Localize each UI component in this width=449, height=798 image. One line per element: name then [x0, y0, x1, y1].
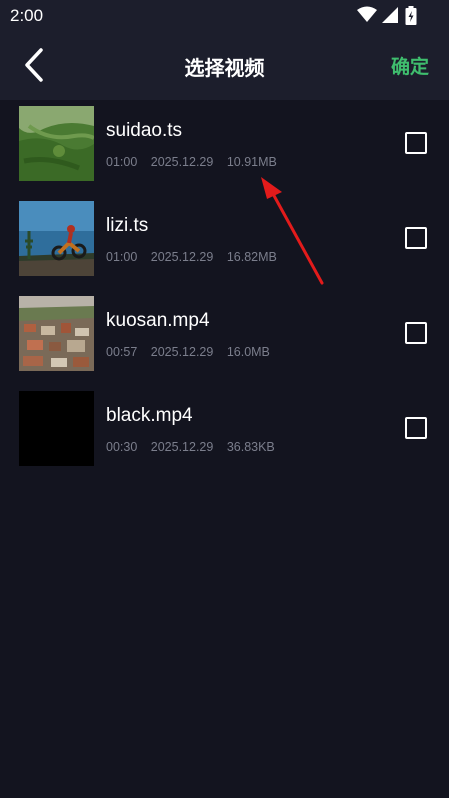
video-meta: 00:57 2025.12.29 16.0MB — [106, 345, 280, 359]
video-thumbnail — [19, 296, 94, 371]
video-duration: 00:57 — [106, 345, 138, 359]
list-item[interactable]: suidao.ts 01:00 2025.12.29 10.91MB — [0, 100, 449, 181]
video-date: 2025.12.29 — [150, 155, 214, 169]
video-size: 16.82MB — [226, 250, 277, 264]
list-item[interactable]: kuosan.mp4 00:57 2025.12.29 16.0MB — [0, 290, 449, 371]
video-thumbnail — [19, 201, 94, 276]
video-meta: 01:00 2025.12.29 10.91MB — [106, 155, 287, 169]
video-date: 2025.12.29 — [150, 345, 214, 359]
video-size: 16.0MB — [226, 345, 270, 359]
video-name: kuosan.mp4 — [106, 310, 210, 331]
select-checkbox[interactable] — [405, 417, 427, 439]
video-date: 2025.12.29 — [150, 440, 214, 454]
video-meta: 01:00 2025.12.29 16.82MB — [106, 250, 287, 264]
confirm-button[interactable]: 确定 — [391, 52, 429, 79]
video-thumbnail — [19, 106, 94, 181]
select-checkbox[interactable] — [405, 322, 427, 344]
signal-icon — [382, 7, 398, 23]
video-name: black.mp4 — [106, 405, 193, 426]
status-bar: 2:00 — [0, 0, 449, 30]
list-item[interactable]: lizi.ts 01:00 2025.12.29 16.82MB — [0, 195, 449, 276]
video-duration: 01:00 — [106, 155, 138, 169]
select-checkbox[interactable] — [405, 132, 427, 154]
video-name: suidao.ts — [106, 120, 183, 141]
status-time: 2:00 — [10, 6, 44, 25]
list-item[interactable]: black.mp4 00:30 2025.12.29 36.83KB — [0, 385, 449, 466]
page-title: 选择视频 — [184, 58, 265, 80]
video-name: lizi.ts — [106, 215, 149, 236]
video-thumbnail — [19, 391, 94, 466]
battery-icon — [405, 6, 417, 25]
video-duration: 01:00 — [106, 250, 138, 264]
video-duration: 00:30 — [106, 440, 138, 454]
video-size: 36.83KB — [226, 440, 275, 454]
video-size: 10.91MB — [226, 155, 277, 169]
select-checkbox[interactable] — [405, 227, 427, 249]
wifi-icon — [357, 6, 377, 22]
app-bar: 选择视频 确定 — [0, 30, 449, 100]
video-date: 2025.12.29 — [150, 250, 214, 264]
video-meta: 00:30 2025.12.29 36.83KB — [106, 440, 285, 454]
